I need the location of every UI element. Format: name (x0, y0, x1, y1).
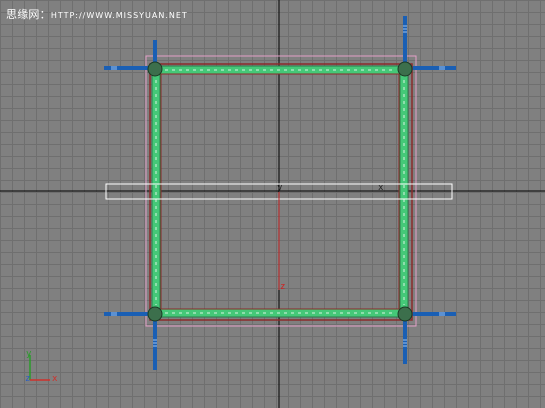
gizmo-y-label: y (26, 349, 32, 359)
gizmo-x-label: x (52, 374, 58, 384)
watermark: 思缘网：HTTP://WWW.MISSYUAN.NET (6, 6, 188, 22)
view-gizmo (29, 355, 50, 381)
viewport-front[interactable]: 思缘网：HTTP://WWW.MISSYUAN.NET y x z y x z (0, 0, 545, 408)
watermark-url: HTTP://WWW.MISSYUAN.NET (50, 11, 188, 20)
watermark-prefix: 思缘网： (6, 8, 51, 21)
scene-canvas[interactable] (0, 0, 545, 408)
transform-x-label: x (378, 183, 384, 193)
gizmo-z-label: z (25, 374, 31, 384)
transform-z-label: z (280, 282, 286, 292)
transform-y-label: y (277, 183, 283, 193)
